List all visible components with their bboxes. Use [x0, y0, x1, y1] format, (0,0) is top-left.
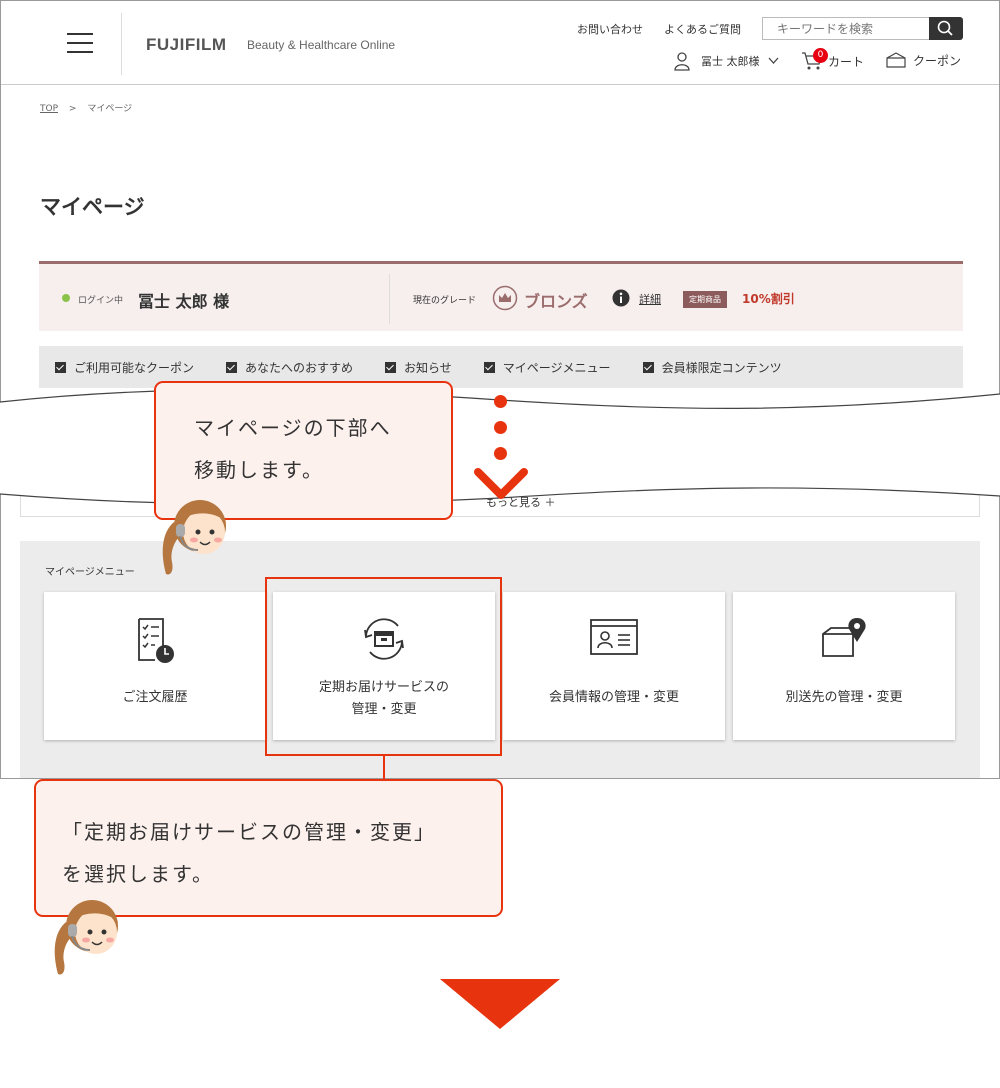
callout-line1: マイページの下部へ [194, 416, 392, 440]
user-menu[interactable]: 冨士 太郎様 [673, 51, 779, 71]
checkbox-icon [483, 361, 495, 373]
coupon-icon [886, 52, 906, 68]
menu-card-label: 別送先の管理・変更 [785, 690, 903, 705]
quick-nav-coupons[interactable]: ご利用可能なクーポン [55, 359, 194, 376]
info-icon[interactable] [612, 289, 630, 307]
chevron-down-arrow-icon [474, 468, 528, 499]
subscription-product-badge: 定期商品 [683, 291, 727, 308]
operator-avatar-icon [54, 900, 118, 975]
menu-card-member-info[interactable]: 会員情報の管理・変更 [503, 592, 725, 740]
delivery-address-icon [822, 618, 866, 657]
menu-card-label: 会員情報の管理・変更 [548, 690, 679, 705]
breadcrumb-top-link[interactable]: TOP [40, 104, 58, 114]
quick-nav-label: マイページメニュー [502, 360, 611, 375]
next-step-arrow-icon [440, 979, 560, 1029]
contact-link[interactable]: お問い合わせ [577, 21, 643, 37]
discount-label: 10%割引 [742, 292, 795, 306]
grade-detail-link[interactable]: 詳細 [639, 291, 661, 307]
menu-card-label: ご注文履歴 [122, 690, 188, 705]
highlight-box [265, 577, 502, 756]
quick-nav-members-content[interactable]: 会員様限定コンテンツ [642, 359, 782, 376]
quick-nav-label: お知らせ [404, 360, 452, 375]
member-name: 冨士 太郎 様 [138, 292, 230, 311]
quick-nav-mypage-menu[interactable]: マイページメニュー [483, 359, 611, 376]
search-icon [937, 20, 953, 36]
order-history-icon [138, 618, 174, 663]
coupon-link[interactable]: クーポン [885, 51, 961, 69]
site-header: FUJIFILM Beauty & Healthcare Online お問い合… [1, 1, 999, 85]
mypage-menu-title: マイページメニュー [45, 567, 135, 578]
chevron-down-icon [768, 57, 778, 64]
quick-nav-label: あなたへのおすすめ [245, 360, 354, 375]
quick-nav-recommend[interactable]: あなたへのおすすめ [226, 359, 353, 376]
callout-connector [383, 756, 385, 780]
login-status-dot [62, 294, 70, 302]
checkbox-icon [385, 361, 397, 373]
faq-link[interactable]: よくあるご質問 [664, 21, 741, 37]
member-status-bar: ログイン中 冨士 太郎 様 現在のグレード ブロンズ 詳細 定期商品 10%割引 [39, 261, 963, 331]
status-divider [389, 274, 390, 324]
breadcrumb: TOP > マイページ [40, 101, 132, 114]
checkbox-icon [642, 361, 654, 373]
cart-link[interactable]: カート [801, 51, 864, 71]
callout-line2: 移動します。 [194, 458, 324, 482]
user-name-label: 冨士 太郎様 [701, 55, 760, 68]
grade-value: ブロンズ [524, 292, 588, 311]
brand-logo[interactable]: FUJIFILM [146, 35, 227, 55]
quick-nav-label: 会員様限定コンテンツ [661, 360, 782, 375]
search-button[interactable] [929, 17, 963, 40]
brand-subtitle: Beauty & Healthcare Online [247, 38, 396, 52]
screenshot-top: FUJIFILM Beauty & Healthcare Online お問い合… [0, 0, 1000, 412]
user-icon [674, 52, 690, 71]
member-card-icon [590, 619, 638, 655]
search-input[interactable] [762, 17, 929, 40]
grade-label: 現在のグレード [413, 296, 477, 306]
hamburger-menu-icon[interactable] [67, 33, 93, 55]
quick-nav-label: ご利用可能なクーポン [74, 360, 195, 375]
crown-icon [492, 285, 518, 311]
callout-line1: 「定期お届けサービスの管理・変更」 [62, 820, 436, 844]
menu-card-delivery-address[interactable]: 別送先の管理・変更 [733, 592, 955, 740]
page-title: マイページ [40, 195, 145, 219]
menu-card-order-history[interactable]: ご注文履歴 [44, 592, 266, 740]
operator-avatar-icon [162, 500, 226, 575]
scroll-dots [494, 395, 507, 473]
checkbox-icon [226, 361, 238, 373]
cart-label: カート [828, 54, 865, 69]
breadcrumb-current: マイページ [87, 104, 133, 114]
checkbox-icon [55, 361, 66, 373]
cart-count-badge: 0 [813, 48, 828, 63]
header-divider [121, 13, 122, 75]
quick-nav-news[interactable]: お知らせ [385, 359, 452, 376]
breadcrumb-separator: > [68, 104, 77, 114]
coupon-label: クーポン [913, 53, 962, 68]
login-status-label: ログイン中 [78, 296, 124, 306]
callout-line2: を選択します。 [62, 862, 214, 886]
